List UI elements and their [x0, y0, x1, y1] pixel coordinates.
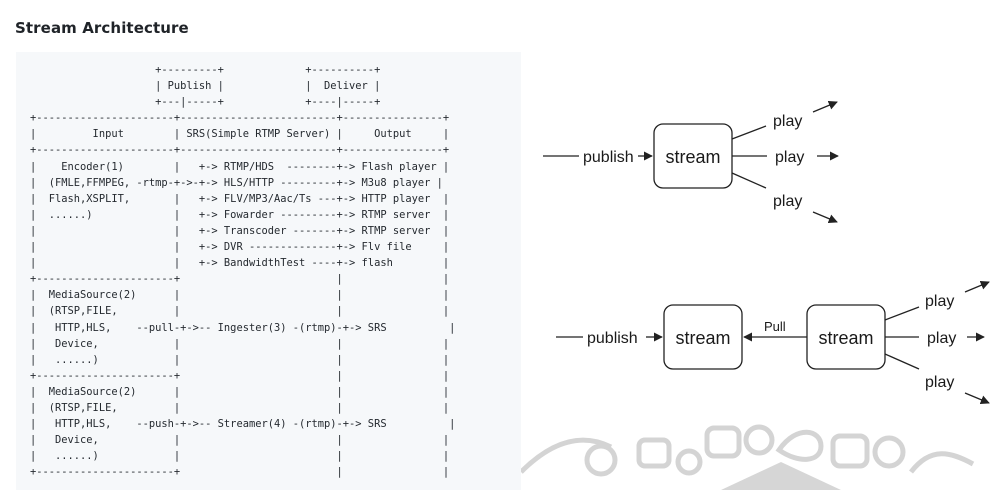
architecture-ascii-code-block: +---------+ +----------+ | Publish | | D…	[16, 52, 521, 490]
watermark-circle-4	[872, 435, 906, 469]
watermark-circle-3	[743, 424, 775, 456]
bottom-play-arrow-1	[964, 280, 990, 293]
architecture-ascii-text: +---------+ +----------+ | Publish | | D…	[30, 64, 456, 479]
top-play-label-3: play	[773, 193, 802, 210]
watermark-circle-2	[675, 448, 703, 476]
watermark-box-2	[704, 425, 742, 459]
top-play-line-1	[731, 125, 767, 140]
watermark-shape-1	[721, 462, 841, 490]
bottom-play-line-3	[884, 353, 920, 370]
bottom-play-label-3: play	[925, 374, 954, 391]
top-play-label-1: play	[773, 113, 802, 130]
top-play-arrow-3	[812, 211, 838, 224]
top-play-line-3	[731, 172, 767, 189]
stream-flow-diagram: publish stream play play play publish st…	[521, 100, 990, 490]
bottom-stream-right-label: stream	[818, 328, 873, 348]
bottom-publish-label: publish	[587, 330, 638, 347]
top-play-arrow-1	[812, 100, 838, 113]
bottom-play-label-1: play	[925, 293, 954, 310]
watermark-decoration	[521, 424, 975, 490]
bottom-play-label-2: play	[927, 330, 956, 347]
bottom-play-line-1	[884, 306, 920, 321]
watermark-box-3	[830, 433, 870, 469]
page-title: Stream Architecture	[15, 19, 189, 37]
bottom-stream-left-label: stream	[675, 328, 730, 348]
watermark-swirl-2	[909, 451, 975, 474]
watermark-heart-1	[775, 429, 824, 462]
watermark-circle-1	[584, 443, 618, 477]
bottom-play-arrow-3	[964, 392, 990, 405]
diagram-top: publish stream play play play	[543, 100, 839, 224]
diagram-bottom: publish stream Pull stream play play pla…	[556, 280, 990, 405]
top-stream-label: stream	[665, 147, 720, 167]
top-publish-label: publish	[583, 149, 634, 166]
top-play-label-2: play	[775, 149, 804, 166]
bottom-pull-label: Pull	[764, 319, 786, 334]
watermark-box-1	[636, 437, 672, 469]
